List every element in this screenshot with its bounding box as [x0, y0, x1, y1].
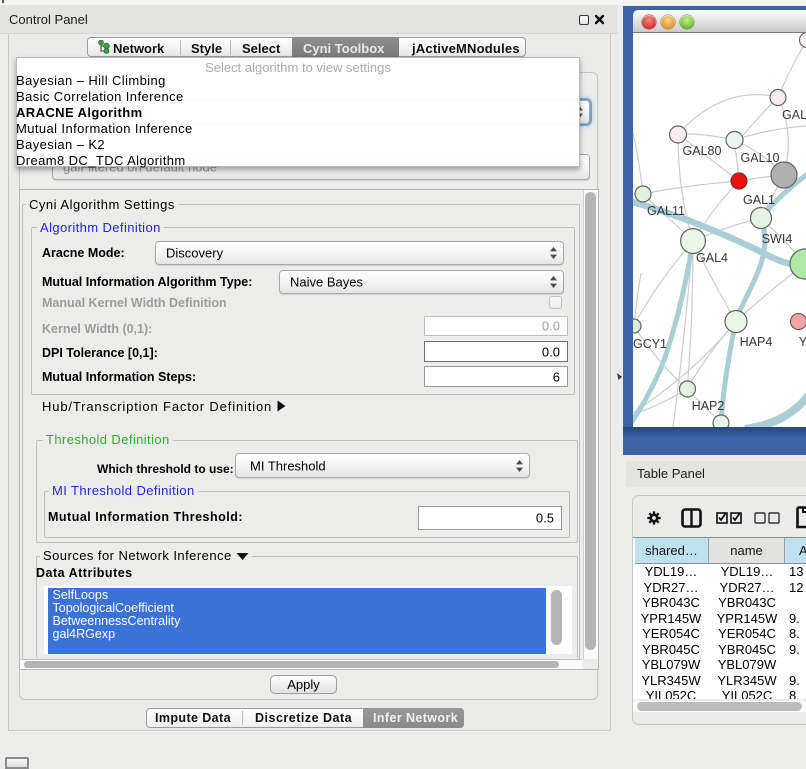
svg-text:GAL10: GAL10: [741, 151, 780, 165]
svg-text:SWI4: SWI4: [762, 232, 793, 246]
svg-text:GCY1: GCY1: [633, 337, 667, 351]
svg-text:GAL11: GAL11: [647, 204, 685, 218]
svg-text:GAL4: GAL4: [696, 251, 728, 265]
svg-text:YJ: YJ: [799, 335, 806, 349]
svg-text:HAP2: HAP2: [692, 399, 725, 413]
svg-text:GAL2: GAL2: [782, 108, 806, 122]
svg-text:GAL80: GAL80: [683, 144, 722, 158]
svg-text:GAL1: GAL1: [743, 193, 775, 207]
svg-text:HAP4: HAP4: [740, 335, 773, 349]
